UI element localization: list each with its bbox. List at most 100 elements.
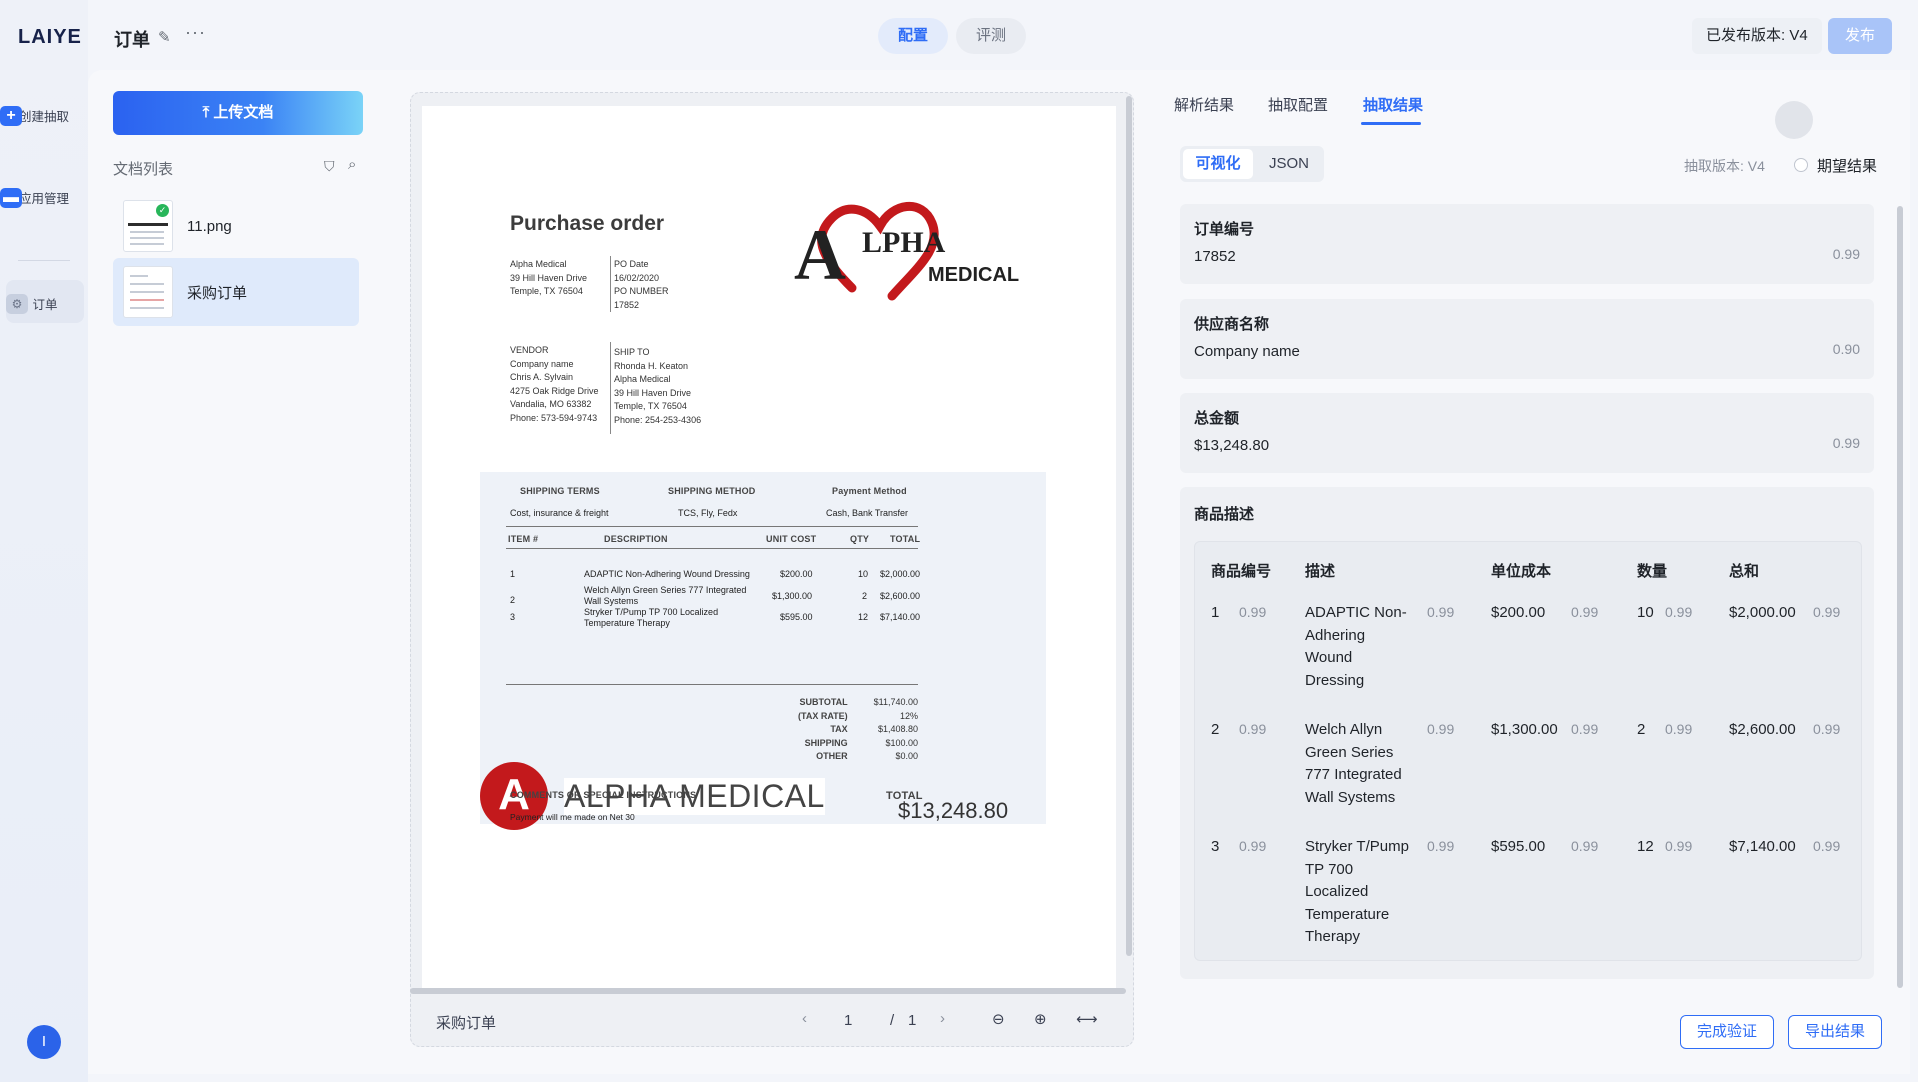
item-total: $7,140.00: [1729, 838, 1796, 855]
item-qty: 12: [1637, 838, 1654, 855]
item-qty: 2: [1637, 721, 1646, 738]
item-score: 0.99: [1427, 838, 1455, 854]
item-unit: $1,300.00: [1491, 721, 1558, 738]
tab-config[interactable]: 配置: [878, 18, 949, 54]
export-result-button[interactable]: 导出结果: [1788, 1015, 1882, 1049]
item-score: 0.99: [1571, 721, 1599, 737]
field-card-vendor-name[interactable]: 供应商名称 Company name 0.90: [1180, 299, 1874, 379]
field-title: 订单编号: [1194, 221, 1255, 238]
page-title: 订单: [114, 30, 150, 50]
upload-document-button[interactable]: ⤒ 上传文档: [113, 91, 363, 135]
more-icon[interactable]: ···: [185, 22, 206, 43]
edit-icon[interactable]: ✎: [158, 28, 171, 46]
item-total: $2,000.00: [1729, 604, 1796, 621]
doc-row-total: $2,000.00: [880, 569, 921, 579]
col-header: TOTAL: [890, 534, 921, 544]
po-info-block: PO Date 16/02/2020 PO NUMBER 17852: [614, 259, 669, 310]
col-header: ITEM #: [508, 534, 539, 544]
logo-word-medical: MEDICAL: [928, 264, 1020, 286]
document-page: Purchase order Alpha Medical 39 Hill Hav…: [422, 106, 1116, 990]
view-visual-button[interactable]: 可视化: [1183, 149, 1253, 179]
zoom-out-icon[interactable]: ⊖: [992, 1010, 1005, 1028]
item-no: 3: [1211, 838, 1220, 855]
field-card-total-amount[interactable]: 总金额 $13,248.80 0.99: [1180, 393, 1874, 473]
doc-gear-icon: ⚙: [6, 294, 28, 314]
tab-extract-result[interactable]: 抽取结果: [1363, 94, 1423, 115]
items-header: 商品编号: [1211, 563, 1272, 580]
viewer-horizontal-scrollbar[interactable]: [410, 988, 1126, 994]
doc-row-total: $2,600.00: [880, 591, 921, 601]
summary-values: $11,740.00 12% $1,408.80 $100.00 $0.00: [873, 697, 918, 761]
doc-row-desc: ADAPTIC Non-Adhering Wound Dressing: [584, 569, 750, 579]
bill-from-block: Alpha Medical 39 Hill Haven Drive Temple…: [510, 259, 588, 296]
expect-result-radio[interactable]: [1794, 158, 1808, 172]
rail-item-label: 创建抽取: [18, 110, 69, 124]
item-no: 2: [1211, 721, 1220, 738]
doc-row-no: 2: [510, 595, 516, 605]
file-item-purchase-order[interactable]: 采购订单: [113, 258, 359, 326]
items-card: 商品描述 商品编号 描述 单位成本 数量 总和 1 0.99 ADAPTIC N…: [1180, 487, 1874, 979]
doc-row-no: 1: [510, 569, 516, 579]
rail-item-label: 应用管理: [18, 192, 69, 206]
publish-button[interactable]: 发布: [1828, 18, 1892, 54]
search-icon[interactable]: ⌕: [348, 156, 356, 173]
page-separator: /: [890, 1012, 895, 1029]
verified-check-icon: ✓: [156, 204, 169, 217]
item-desc: ADAPTIC Non- Adhering Wound Dressing: [1305, 604, 1407, 689]
file-thumbnail: [123, 266, 173, 318]
item-total: $2,600.00: [1729, 721, 1796, 738]
items-header: 单位成本: [1491, 563, 1552, 580]
terms-header: SHIPPING METHOD: [668, 486, 756, 496]
rail-item-label: 订单: [32, 298, 58, 312]
tab-evaluate[interactable]: 评测: [956, 18, 1027, 54]
doc-row-unit: $200.00: [780, 569, 813, 579]
doc-row-desc: Stryker T/Pump TP 700 Localized Temperat…: [584, 607, 719, 628]
zoom-in-icon[interactable]: ⊕: [1034, 1010, 1047, 1028]
doc-row-unit: $1,300.00: [772, 591, 813, 601]
tab-parse-result[interactable]: 解析结果: [1174, 94, 1234, 115]
items-table: 商品编号 描述 单位成本 数量 总和 1 0.99 ADAPTIC Non- A…: [1194, 541, 1862, 961]
doc-row-total: $7,140.00: [880, 612, 921, 622]
avatar[interactable]: I: [27, 1025, 61, 1059]
items-header: 数量: [1637, 563, 1668, 580]
line-items-table-bg: [480, 472, 1046, 824]
panel-scrollbar[interactable]: [1897, 206, 1903, 988]
rail-item-create-extract[interactable]: + 创建抽取: [0, 106, 88, 126]
complete-verification-button[interactable]: 完成验证: [1680, 1015, 1774, 1049]
tab-extract-config[interactable]: 抽取配置: [1268, 94, 1328, 115]
terms-header: SHIPPING TERMS: [520, 486, 600, 496]
field-card-order-number[interactable]: 订单编号 17852 0.99: [1180, 204, 1874, 284]
rail-divider: [18, 260, 70, 261]
item-score: 0.99: [1239, 721, 1267, 737]
fit-width-icon[interactable]: ⟷: [1076, 1010, 1098, 1028]
view-json-button[interactable]: JSON: [1256, 149, 1322, 179]
item-score: 0.99: [1665, 721, 1693, 737]
doc-row-no: 3: [510, 612, 516, 622]
po-title: Purchase order: [510, 212, 665, 235]
prev-page-icon[interactable]: ‹: [802, 1010, 807, 1027]
filter-icon[interactable]: ⛉: [324, 158, 335, 175]
expect-result-label: 期望结果: [1817, 158, 1878, 175]
item-score: 0.99: [1813, 721, 1841, 737]
logo-word-lpha: LPHA: [862, 226, 946, 259]
item-score: 0.99: [1813, 604, 1841, 620]
field-value: 17852: [1194, 248, 1236, 265]
item-score: 0.99: [1665, 838, 1693, 854]
file-thumbnail: ✓: [123, 200, 173, 252]
item-score: 0.99: [1427, 604, 1455, 620]
items-title: 商品描述: [1194, 506, 1255, 523]
rail-item-order[interactable]: ⚙ 订单: [6, 280, 84, 323]
item-score: 0.99: [1571, 838, 1599, 854]
rail-item-app-management[interactable]: ▬ 应用管理: [0, 188, 88, 208]
item-score: 0.99: [1239, 604, 1267, 620]
grand-total: $13,248.80: [898, 798, 1009, 823]
field-score: 0.99: [1832, 435, 1860, 451]
viewer-vertical-scrollbar[interactable]: [1126, 96, 1132, 956]
page-number-input[interactable]: 1: [844, 1012, 852, 1029]
file-item-11png[interactable]: ✓ 11.png: [113, 192, 359, 260]
upload-icon: ⤒: [202, 104, 210, 121]
col-header: UNIT COST: [766, 534, 817, 544]
next-page-icon[interactable]: ›: [940, 1010, 945, 1027]
items-header: 总和: [1729, 563, 1760, 580]
item-desc: Stryker T/Pump TP 700 Localized Temperat…: [1305, 838, 1409, 945]
